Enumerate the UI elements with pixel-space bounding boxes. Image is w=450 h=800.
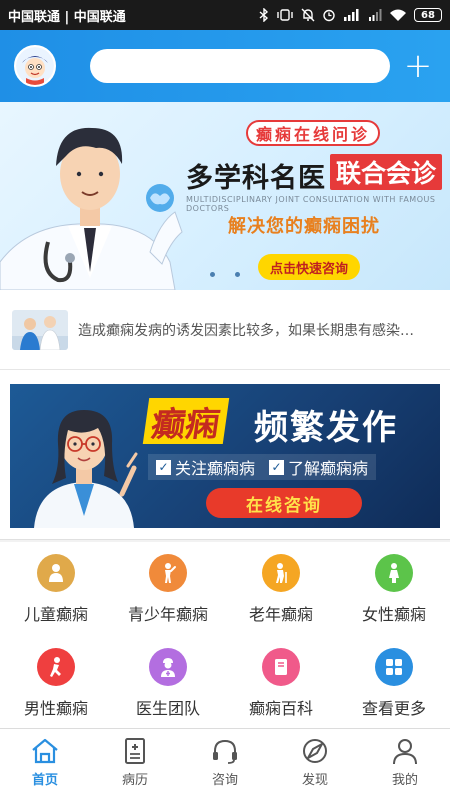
news-item[interactable]: 造成癫痫发病的诱发因素比较多，如果长期患有感染… <box>0 290 450 370</box>
status-bar: 中国联通 | 中国联通 68 <box>0 0 450 30</box>
category-grid: 儿童癫痫 青少年癫痫 老年癫痫 女性癫痫 男性癫痫 医生团队 癫痫百科 查看更多 <box>0 542 450 728</box>
nav-consult[interactable]: 咨询 <box>180 729 270 800</box>
nav-label: 咨询 <box>211 773 238 788</box>
banner-english-subtitle: MULTIDISCIPLINARY JOINT CONSULTATION WIT… <box>186 195 436 213</box>
avatar-illustration-icon <box>16 47 54 85</box>
nav-home[interactable]: 首页 <box>0 729 90 800</box>
category-label: 儿童癫痫 <box>23 605 88 624</box>
carousel-dot <box>235 272 240 277</box>
promo-banner-frequent-wrap: 癫痫 频繁发作 ✓ 关注癫痫病 ✓ 了解癫痫病 在线咨询 <box>0 370 450 540</box>
signal-icon-2 <box>368 9 382 21</box>
checklist-item: ✓ 了解癫痫病 <box>269 455 368 479</box>
elderly-icon <box>262 554 300 592</box>
carousel-indicator <box>210 272 240 277</box>
online-consult-button[interactable]: 在线咨询 <box>206 488 362 518</box>
banner-tag: 癫痫在线问诊 <box>246 120 381 146</box>
nav-label: 发现 <box>301 773 328 788</box>
category-male-epilepsy[interactable]: 男性癫痫 <box>0 636 112 726</box>
nav-discover[interactable]: 发现 <box>270 729 360 800</box>
headset-icon <box>213 739 237 764</box>
alarm-icon <box>322 8 336 22</box>
category-label: 女性癫痫 <box>361 605 426 624</box>
female-icon <box>375 554 413 592</box>
category-teen-epilepsy[interactable]: 青少年癫痫 <box>112 542 224 632</box>
news-text: 造成癫痫发病的诱发因素比较多，如果长期患有感染… <box>78 322 414 339</box>
nav-medical-record[interactable]: 病历 <box>90 729 180 800</box>
banner-headline-highlight: 联合会诊 <box>330 154 443 190</box>
banner-title-highlight: 癫痫 <box>142 398 230 445</box>
category-see-more[interactable]: 查看更多 <box>338 636 450 726</box>
nav-profile[interactable]: 我的 <box>360 729 450 800</box>
child-icon <box>37 554 75 592</box>
carrier-label: 中国联通 | 中国联通 <box>8 9 126 25</box>
app-header: + <box>0 30 450 102</box>
grid-icon <box>375 648 413 686</box>
category-label: 医生团队 <box>135 699 200 718</box>
banner-checklist: ✓ 关注癫痫病 ✓ 了解癫痫病 <box>148 454 377 480</box>
user-icon <box>393 739 417 765</box>
add-button[interactable]: + <box>400 49 436 83</box>
promo-banner-frequent[interactable]: 癫痫 频繁发作 ✓ 关注癫痫病 ✓ 了解癫痫病 在线咨询 <box>10 384 440 528</box>
book-icon <box>262 648 300 686</box>
quick-consult-button[interactable]: 点击快速咨询 <box>258 254 361 280</box>
category-label: 男性癫痫 <box>23 699 88 718</box>
banner-headline: 多学科名医 <box>186 163 326 194</box>
doctor-patient-photo-icon <box>12 309 68 350</box>
teen-icon <box>149 554 187 592</box>
banner-title: 频繁发作 <box>254 408 398 448</box>
bottom-nav: 首页 病历 咨询 发现 我的 <box>0 728 450 800</box>
category-label: 老年癫痫 <box>248 605 313 624</box>
banner-subtitle: 解决您的癫痫困扰 <box>228 216 380 237</box>
medical-record-icon <box>125 738 145 764</box>
battery-indicator: 68 <box>414 8 442 22</box>
category-label: 青少年癫痫 <box>127 605 208 624</box>
male-icon <box>37 648 75 686</box>
nav-label: 我的 <box>391 773 418 788</box>
category-doctor-team[interactable]: 医生团队 <box>112 636 224 726</box>
category-female-epilepsy[interactable]: 女性癫痫 <box>338 542 450 632</box>
signal-icon <box>343 9 361 21</box>
home-icon <box>32 738 58 764</box>
doctor-icon <box>149 648 187 686</box>
female-doctor-illustration-icon <box>34 410 138 528</box>
checkmark-icon: ✓ <box>156 459 171 475</box>
category-label: 查看更多 <box>361 699 426 718</box>
wifi-icon <box>389 9 407 22</box>
mute-icon <box>301 8 315 22</box>
category-elderly-epilepsy[interactable]: 老年癫痫 <box>225 542 337 632</box>
carousel-dot <box>210 272 215 277</box>
nav-label: 病历 <box>121 773 148 788</box>
checklist-item: ✓ 关注癫痫病 <box>156 455 255 479</box>
bluetooth-icon <box>259 8 269 22</box>
checklist-label: 了解癫痫病 <box>288 459 369 478</box>
vibrate-icon <box>276 9 294 21</box>
checklist-label: 关注癫痫病 <box>175 459 256 478</box>
category-label: 癫痫百科 <box>248 699 313 718</box>
compass-icon <box>303 739 327 763</box>
nav-label: 首页 <box>31 773 58 788</box>
search-input[interactable] <box>90 49 390 83</box>
doctor-illustration-icon <box>0 127 183 290</box>
news-thumbnail <box>12 309 68 350</box>
checkmark-icon: ✓ <box>269 459 285 475</box>
promo-banner-consultation[interactable]: 癫痫在线问诊 多学科名医 联合会诊 MULTIDISCIPLINARY JOIN… <box>0 102 450 290</box>
category-child-epilepsy[interactable]: 儿童癫痫 <box>0 542 112 632</box>
category-encyclopedia[interactable]: 癫痫百科 <box>225 636 337 726</box>
avatar[interactable] <box>14 45 56 87</box>
